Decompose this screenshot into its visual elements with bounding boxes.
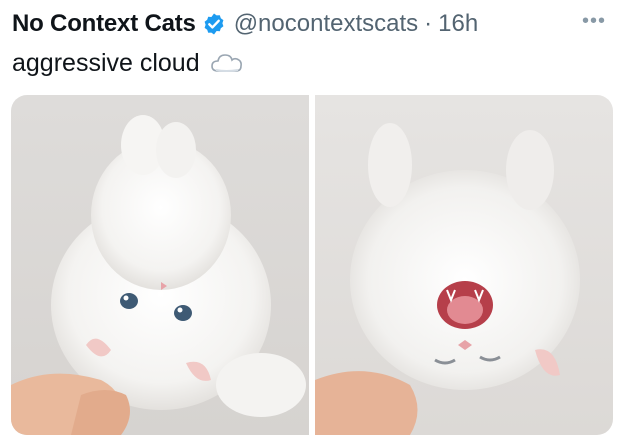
cat-photo-2-image: [315, 95, 613, 435]
separator-dot: ·: [424, 10, 433, 37]
user-handle[interactable]: @nocontextscats: [234, 10, 418, 38]
tweet-body: aggressive cloud: [12, 46, 244, 80]
tweet-text: aggressive cloud: [12, 48, 200, 77]
verified-badge-icon: [202, 12, 226, 36]
cat-photo-2[interactable]: [315, 95, 613, 435]
display-name[interactable]: No Context Cats: [12, 10, 196, 38]
more-options-icon[interactable]: •••: [582, 10, 606, 33]
media-grid: [11, 95, 613, 435]
timestamp[interactable]: 16h: [438, 10, 478, 38]
tweet-header: No Context Cats @nocontextscats · 16h ••…: [12, 8, 610, 40]
cat-photo-1-image: [11, 95, 309, 435]
cat-photo-1[interactable]: [11, 95, 309, 435]
cloud-icon: [210, 51, 244, 75]
